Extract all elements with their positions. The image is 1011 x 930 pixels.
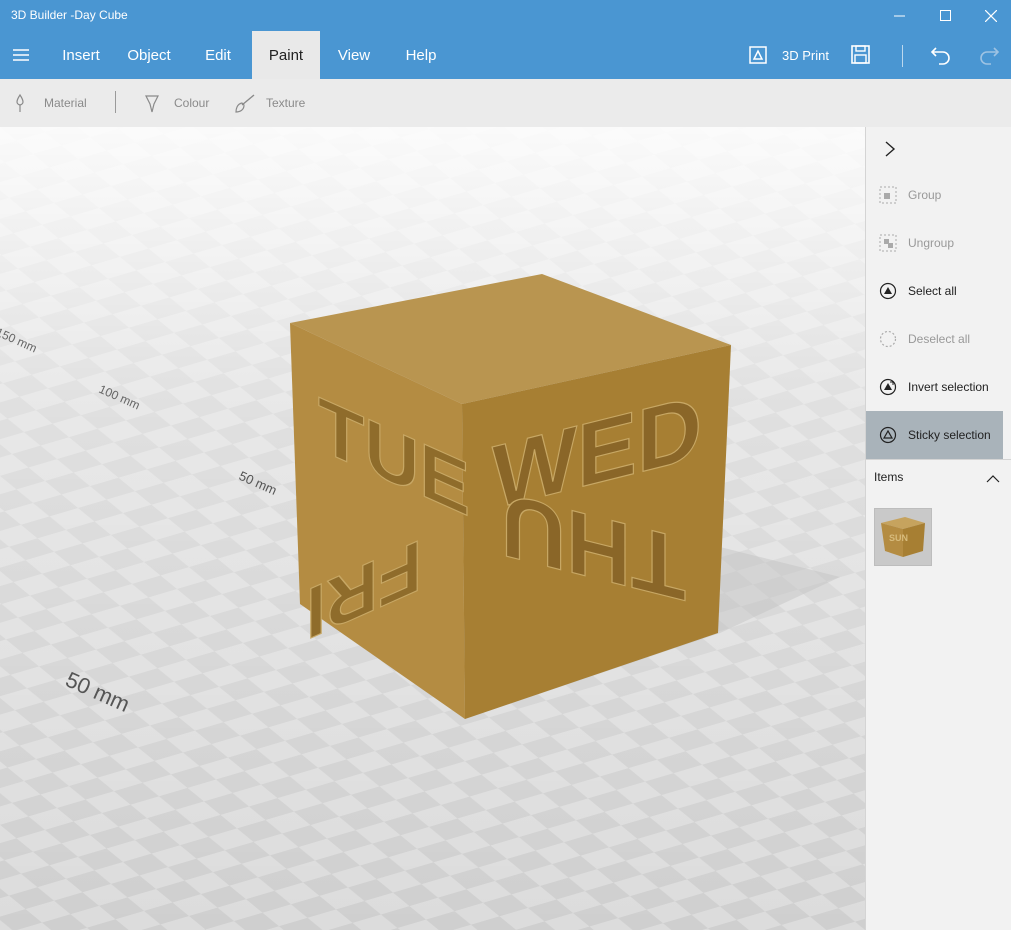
invert-selection-icon (878, 377, 898, 397)
chevron-up-icon (986, 475, 1000, 483)
group-label: Group (908, 188, 942, 202)
select-all-icon (878, 281, 898, 301)
deselect-all-label: Deselect all (908, 332, 971, 346)
ungroup-button[interactable]: Ungroup (866, 219, 1003, 267)
menu-object[interactable]: Object (116, 31, 182, 79)
item-thumbnail[interactable]: SUN (874, 508, 932, 566)
thumbnail-text: SUN (889, 533, 908, 543)
paint-toolbar: Material Colour Texture (0, 79, 1011, 127)
redo-icon (980, 47, 1000, 65)
3d-print-label: 3D Print (782, 47, 829, 63)
cube-thumbnail-image: SUN (881, 517, 925, 557)
invert-selection-button[interactable]: Invert selection (866, 363, 1003, 411)
close-button[interactable] (968, 0, 1011, 31)
redo-button[interactable] (978, 31, 1000, 79)
save-icon (851, 45, 870, 64)
3d-print-button[interactable]: 3D Print (748, 31, 829, 79)
close-icon (985, 9, 997, 22)
maximize-icon (939, 10, 951, 21)
hamburger-icon (13, 49, 29, 61)
sticky-selection-button[interactable]: Sticky selection (866, 411, 1003, 459)
menu-divider (902, 45, 903, 67)
material-button[interactable]: Material (12, 79, 87, 127)
items-header[interactable]: Items (866, 459, 1011, 496)
menu-view[interactable]: View (330, 31, 378, 79)
texture-button[interactable]: Texture (234, 79, 305, 127)
menu-insert[interactable]: Insert (52, 31, 110, 79)
menu-paint[interactable]: Paint (252, 31, 320, 79)
select-all-label: Select all (908, 284, 957, 298)
sticky-selection-label: Sticky selection (908, 428, 991, 442)
material-label: Material (44, 96, 87, 110)
items-header-label: Items (874, 470, 904, 484)
colour-label: Colour (174, 96, 210, 110)
texture-label: Texture (266, 96, 306, 110)
3d-print-icon (749, 46, 767, 64)
collapse-panel-button[interactable] (880, 139, 900, 159)
sticky-selection-icon (878, 425, 898, 445)
ungroup-label: Ungroup (908, 236, 955, 250)
minimize-button[interactable] (876, 0, 922, 31)
group-icon (878, 185, 898, 205)
texture-brush-icon (235, 94, 255, 113)
material-icon (16, 93, 24, 112)
ungroup-icon (878, 233, 898, 253)
window-title: 3D Builder -Day Cube (11, 8, 128, 22)
maximize-button[interactable] (922, 0, 968, 31)
select-all-button[interactable]: Select all (866, 267, 1003, 315)
menu-help[interactable]: Help (396, 31, 446, 79)
scene[interactable]: 150 mm 100 mm 50 mm 50 mm TUE WED FRI TH… (0, 127, 865, 930)
menu-edit[interactable]: Edit (194, 31, 242, 79)
deselect-all-button[interactable]: Deselect all (866, 315, 1003, 363)
menu-bar: Insert Object Edit Paint View Help 3D Pr… (0, 31, 1011, 79)
group-button[interactable]: Group (866, 171, 1003, 219)
hamburger-button[interactable] (0, 31, 42, 79)
undo-icon (930, 47, 950, 65)
chevron-right-icon (885, 141, 896, 157)
save-button[interactable] (850, 31, 872, 79)
deselect-all-icon (878, 329, 898, 349)
undo-button[interactable] (930, 31, 952, 79)
selection-panel: Group Ungroup Select all Deselect all In… (865, 127, 1011, 930)
invert-selection-label: Invert selection (908, 380, 989, 394)
toolbar-divider (115, 91, 116, 113)
minimize-icon (893, 15, 905, 17)
colour-icon (145, 95, 159, 113)
title-bar: 3D Builder -Day Cube (0, 0, 1011, 31)
colour-button[interactable]: Colour (143, 79, 209, 127)
3d-viewport[interactable]: 150 mm 100 mm 50 mm 50 mm TUE WED FRI TH… (0, 127, 865, 930)
